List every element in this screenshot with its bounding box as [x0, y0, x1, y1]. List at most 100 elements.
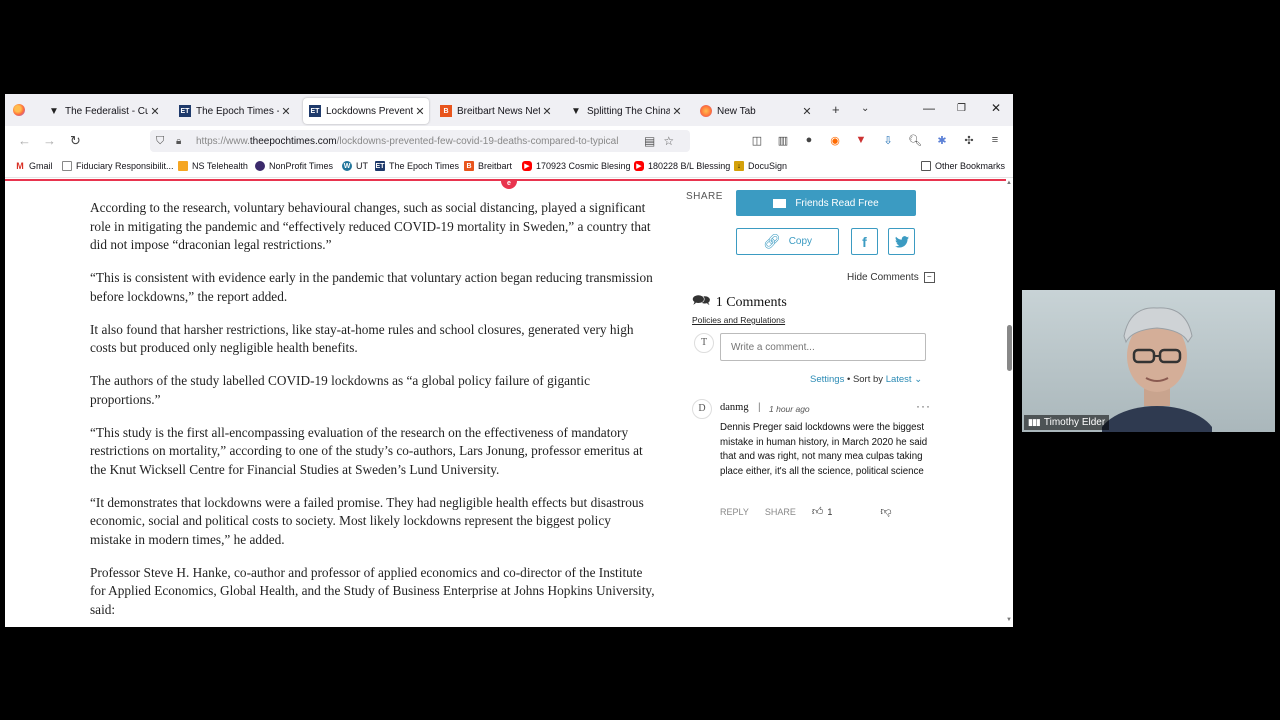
extension-ublock-icon[interactable]: ▼: [854, 134, 868, 148]
lock-icon[interactable]: 🔒︎: [176, 136, 186, 147]
other-bookmarks[interactable]: Other Bookmarks: [921, 161, 1005, 171]
bookmark-nonprofit-times[interactable]: NonProfit Times: [255, 161, 333, 171]
new-tab-plus-icon[interactable]: +: [832, 102, 840, 117]
bookmark-docusign[interactable]: ↓ DocuSign: [734, 161, 787, 171]
tab-close-icon[interactable]: ✕: [670, 105, 684, 118]
tab-epoch-times[interactable]: ET The Epoch Times - Trut ✕: [173, 98, 295, 124]
tab-bar: ▼ The Federalist - Cultur ✕ ET The Epoch…: [5, 94, 1013, 126]
current-user-avatar: T: [694, 333, 714, 353]
article-paragraph: According to the research, voluntary beh…: [90, 200, 651, 252]
extension-download-icon[interactable]: ⇩: [881, 134, 895, 148]
account-icon[interactable]: ●: [802, 134, 816, 148]
bookmark-gmail[interactable]: M Gmail: [15, 161, 53, 171]
pocket-icon[interactable]: ◫: [750, 134, 764, 148]
tab-federalist[interactable]: ▼ The Federalist - Cultur ✕: [42, 98, 164, 124]
hide-comments-label: Hide Comments: [847, 272, 919, 283]
reader-view-icon[interactable]: ▤: [644, 134, 655, 148]
hide-comments-toggle[interactable]: Hide Comments −: [847, 272, 935, 283]
extensions-puzzle-icon[interactable]: ✣: [962, 134, 976, 148]
article-paragraph: “This study is the first all-encompassin…: [90, 424, 643, 477]
tab-close-icon[interactable]: ✕: [148, 105, 162, 118]
list-tabs-chevron-icon[interactable]: ⌄: [861, 103, 869, 114]
bookmark-bl-blessing[interactable]: ▶ 180228 B/L Blessing: [634, 161, 730, 171]
comment-sort-row: Settings • Sort by Latest ⌄: [810, 374, 922, 385]
tab-title: Lockdowns Prevented: [326, 105, 413, 117]
share-comment-button[interactable]: SHARE: [765, 507, 796, 517]
sort-dropdown[interactable]: Latest ⌄: [886, 374, 923, 385]
page-scrollbar[interactable]: ▲ ▼: [1006, 179, 1013, 627]
policies-regulations-link[interactable]: Policies and Regulations: [692, 315, 785, 325]
copy-link-button[interactable]: 🔗︎ Copy: [736, 228, 839, 255]
url-bar[interactable]: ⛉ 🔒︎ https://www.theepochtimes.com/lockd…: [150, 130, 690, 152]
sort-value: Latest: [885, 374, 912, 385]
bookmark-star-icon[interactable]: ☆: [663, 134, 674, 148]
restore-icon[interactable]: ❐: [957, 103, 966, 114]
write-comment-input[interactable]: [720, 333, 926, 361]
bookmark-epoch-times[interactable]: ET The Epoch Times: [375, 161, 459, 171]
reply-button[interactable]: REPLY: [720, 507, 749, 517]
sidebar-icon[interactable]: ▥: [776, 134, 790, 148]
firefox-view-icon[interactable]: [13, 104, 25, 116]
back-arrow-icon[interactable]: ←: [18, 133, 31, 148]
more-options-icon[interactable]: ···: [916, 399, 931, 413]
bookmark-cosmic-blesing[interactable]: ▶ 170923 Cosmic Blesing: [522, 161, 631, 171]
bookmark-label: DocuSign: [748, 161, 788, 171]
tab-new-tab[interactable]: New Tab ✕: [694, 98, 816, 124]
tab-lockdowns-prevented[interactable]: ET Lockdowns Prevented ✕: [303, 98, 429, 124]
settings-link[interactable]: Settings: [810, 374, 844, 385]
url-text[interactable]: https://www.theepochtimes.com/lockdowns-…: [196, 136, 636, 147]
epoch-times-favicon-icon: ET: [179, 105, 191, 117]
scroll-up-arrow-icon[interactable]: ▲: [1006, 180, 1012, 186]
tab-title: Splitting The China-Ru: [587, 105, 670, 117]
bookmark-label: Breitbart: [478, 161, 513, 171]
tab-splitting-china[interactable]: ▼ Splitting The China-Ru ✕: [564, 98, 686, 124]
commenter-name[interactable]: danmg: [720, 402, 749, 413]
gmail-icon: M: [16, 161, 24, 171]
like-button[interactable]: 👍︎ 1: [812, 505, 849, 518]
bookmark-breitbart[interactable]: B Breitbart: [464, 161, 512, 171]
extension-translate-icon[interactable]: ✱: [935, 134, 949, 148]
tab-close-icon[interactable]: ✕: [413, 105, 427, 118]
bookmark-label: Gmail: [29, 161, 53, 171]
tab-breitbart[interactable]: B Breitbart News Networ ✕: [434, 98, 556, 124]
extension-search-icon[interactable]: 🔍︎: [908, 134, 922, 148]
comments-count: 1 Comments: [715, 294, 787, 310]
tab-title: New Tab: [717, 105, 756, 117]
comments-heading: 🗪︎ 1 Comments: [692, 290, 787, 315]
chat-bubbles-icon: 🗪︎: [692, 293, 711, 309]
facebook-share-button[interactable]: f: [851, 228, 878, 255]
minimize-icon[interactable]: —: [923, 101, 935, 115]
webcam-video-tile: ▮▮▮ Timothy Elder: [1022, 290, 1275, 432]
bookmark-fiduciary[interactable]: Fiduciary Responsibilit...: [62, 161, 174, 171]
page-icon: [62, 161, 72, 171]
ns-telehealth-icon: [178, 161, 188, 171]
signal-bars-icon: ▮▮▮: [1028, 417, 1041, 427]
separator-bar: |: [758, 402, 761, 413]
extension-brave-icon[interactable]: ◉: [828, 134, 842, 148]
tab-close-icon[interactable]: ✕: [540, 105, 554, 118]
friends-read-free-button[interactable]: Friends Read Free: [736, 190, 916, 216]
menu-hamburger-icon[interactable]: ≡: [988, 134, 1002, 148]
article-paragraph: Professor Steve H. Hanke, co-author and …: [90, 564, 655, 617]
tab-close-icon[interactable]: ✕: [279, 105, 293, 118]
commenter-avatar: D: [692, 399, 712, 419]
bookmark-label: Other Bookmarks: [935, 161, 1006, 171]
breitbart-icon: B: [464, 161, 474, 171]
navigation-bar: ← → ↻ ⛉ 🔒︎ https://www.theepochtimes.com…: [5, 126, 1013, 156]
copy-label: Copy: [788, 236, 813, 247]
window-close-icon[interactable]: ✕: [991, 101, 1001, 115]
federalist-favicon-icon: ▼: [571, 105, 581, 117]
shield-icon[interactable]: ⛉: [156, 135, 168, 147]
bookmark-label: NS Telehealth: [192, 161, 248, 171]
thumbs-down-icon[interactable]: 👎︎: [880, 505, 891, 518]
tab-close-icon[interactable]: ✕: [800, 105, 814, 118]
bookmark-ns-telehealth[interactable]: NS Telehealth: [178, 161, 248, 171]
scroll-down-arrow-icon[interactable]: ▼: [1006, 617, 1012, 623]
forward-arrow-icon[interactable]: →: [43, 133, 56, 148]
twitter-share-button[interactable]: [888, 228, 915, 255]
bookmark-ut[interactable]: W UT: [342, 161, 368, 171]
reload-icon[interactable]: ↻: [70, 133, 81, 149]
share-label: SHARE: [686, 191, 723, 202]
epoch-logo-badge[interactable]: e: [501, 179, 517, 189]
scrollbar-thumb[interactable]: [1007, 325, 1012, 371]
